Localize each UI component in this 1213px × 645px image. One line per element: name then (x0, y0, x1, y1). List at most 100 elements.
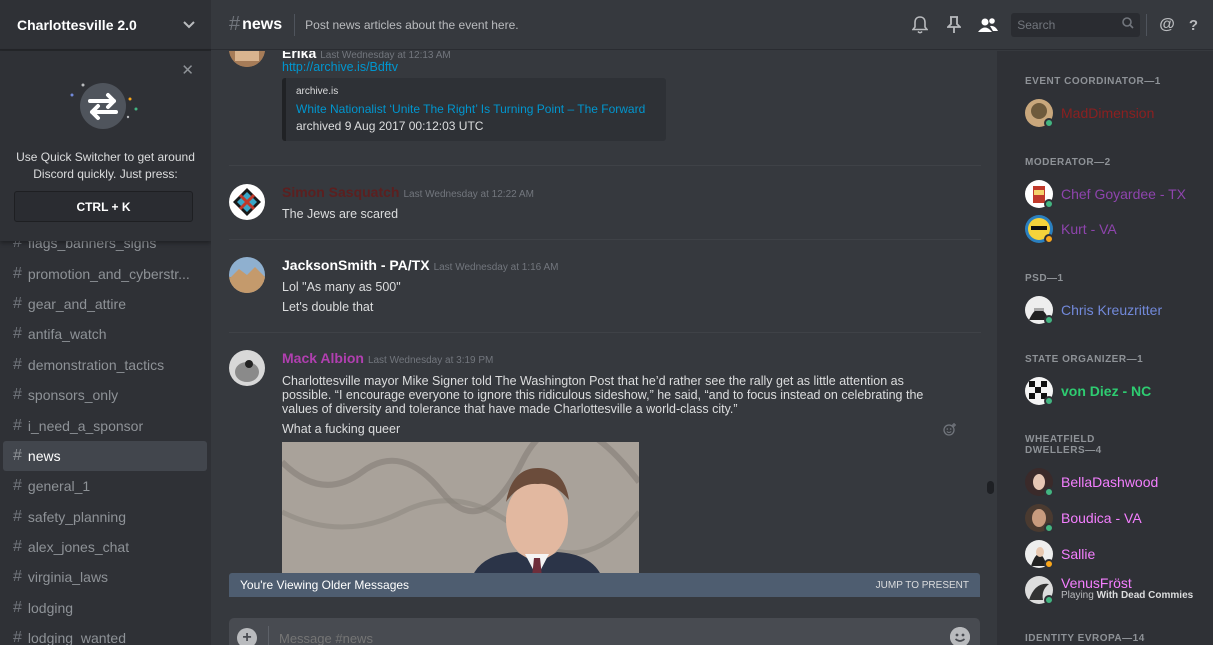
channel-name: virginia_laws (27, 569, 109, 586)
older-messages-text: You're Viewing Older Messages (240, 578, 410, 592)
channel-item-active[interactable]: # news (3, 440, 207, 472)
member-name: Kurt - VA (1061, 221, 1117, 237)
message-divider (229, 165, 981, 166)
activity-game: With Dead Commies (1096, 590, 1194, 601)
message-content: Charlottesville mayor Mike Signer told T… (282, 374, 924, 416)
member-name: Boudica - VA (1061, 510, 1142, 526)
search-placeholder: Search (1017, 18, 1056, 32)
role-header: IDENTITY EVROPA—14 (1025, 633, 1145, 644)
members-icon[interactable] (977, 14, 999, 36)
upload-plus-icon[interactable]: + (237, 628, 257, 645)
member-item[interactable]: Chef Goyardee - TX (1025, 180, 1213, 212)
channel-item[interactable]: # lodging_wanted (3, 623, 207, 645)
channel-name: lodging (27, 599, 74, 616)
member-name: Sallie (1061, 546, 1096, 562)
channel-name: i_need_a_sponsor (27, 417, 144, 434)
channel-item[interactable]: # i_need_a_sponsor (3, 410, 207, 440)
hash-icon: # (13, 598, 22, 616)
channel-item[interactable]: # promotion_and_cyberstr... (3, 258, 207, 288)
avatar[interactable] (229, 257, 265, 293)
message-image[interactable] (282, 442, 639, 577)
guild-header[interactable]: Charlottesville 2.0 (0, 0, 211, 50)
channel-item[interactable]: # antifa_watch (3, 319, 207, 349)
scrollbar-thumb[interactable] (987, 481, 994, 494)
status-idle-indicator (1044, 559, 1054, 569)
composer-divider (268, 626, 269, 645)
channel-item[interactable]: # general_1 (3, 471, 207, 501)
member-item[interactable]: Kurt - VA (1025, 215, 1213, 247)
message-input[interactable] (279, 630, 879, 645)
embed-title[interactable]: White Nationalist ‘Unite The Right’ Is T… (296, 102, 656, 116)
channel-item[interactable]: # gear_and_attire (3, 289, 207, 319)
add-reaction-icon[interactable] (943, 422, 957, 439)
member-item[interactable]: Sallie (1025, 540, 1213, 572)
member-item[interactable]: BellaDashwood (1025, 468, 1213, 500)
channel-name: general_1 (27, 478, 91, 495)
hash-icon: # (13, 538, 22, 556)
member-item[interactable]: Chris Kreuzritter (1025, 296, 1213, 328)
quick-switcher-text: Use Quick Switcher to get around Discord… (16, 150, 195, 181)
member-name: Chef Goyardee - TX (1061, 186, 1187, 202)
help-icon[interactable]: ? (1189, 17, 1198, 34)
jump-to-present-button[interactable]: JUMP TO PRESENT (876, 580, 969, 591)
message-author[interactable]: Mack Albion Last Wednesday at 3:19 PM (282, 350, 493, 366)
member-item[interactable]: Boudica - VA (1025, 504, 1213, 536)
channel-item[interactable]: # lodging (3, 593, 207, 623)
message-author[interactable]: Simon Sasquatch Last Wednesday at 12:22 A… (282, 184, 534, 200)
status-online-indicator (1044, 595, 1054, 605)
embed-provider: archive.is (296, 86, 339, 97)
channel-name: antifa_watch (27, 326, 107, 343)
chevron-down-icon[interactable] (183, 18, 195, 32)
bell-icon[interactable] (909, 14, 931, 36)
pin-icon[interactable] (943, 14, 965, 36)
channel-name: alex_jones_chat (27, 539, 130, 556)
quick-switcher-icon (70, 79, 140, 139)
channel-item[interactable]: # alex_jones_chat (3, 532, 207, 562)
message-link[interactable]: http://archive.is/Bdftv (282, 60, 398, 74)
message-timestamp: Last Wednesday at 1:16 AM (433, 262, 559, 273)
status-online-indicator (1044, 396, 1054, 406)
member-name: MadDimension (1061, 105, 1155, 121)
channel-topic: Post news articles about the event here. (305, 17, 519, 32)
channel-item[interactable]: # safety_planning (3, 502, 207, 532)
message-timestamp: Last Wednesday at 3:19 PM (367, 355, 494, 366)
member-list: EVENT COORDINATOR—1 MadDimension MODERAT… (997, 51, 1213, 645)
discord-app: Charlottesville 2.0 ✕ Use Quick Switcher… (0, 0, 1213, 645)
channel-name: gear_and_attire (27, 295, 126, 312)
close-icon[interactable]: ✕ (181, 61, 194, 79)
mentions-icon[interactable]: @ (1159, 16, 1175, 34)
activity-prefix: Playing (1061, 590, 1094, 601)
author-name[interactable]: Simon Sasquatch (282, 184, 399, 200)
message-scrollbar[interactable] (985, 55, 995, 630)
message-content: What a fucking queer (282, 422, 401, 436)
message-content: Let's double that (282, 300, 374, 314)
member-item[interactable]: MadDimension (1025, 99, 1213, 131)
author-name[interactable]: Mack Albion (282, 350, 364, 366)
channel-name: promotion_and_cyberstr... (27, 265, 190, 282)
channel-name: sponsors_only (27, 387, 119, 404)
message-timestamp: Last Wednesday at 12:22 AM (403, 189, 534, 200)
member-name: von Diez - NC (1061, 383, 1152, 399)
message-group: Simon Sasquatch Last Wednesday at 12:22 A… (229, 184, 981, 229)
shortcut-key: CTRL + K (14, 191, 193, 222)
status-online-indicator (1044, 199, 1054, 209)
status-online-indicator (1044, 118, 1054, 128)
message-group: JacksonSmith - PA/TX Last Wednesday at 1:… (229, 257, 981, 317)
avatar[interactable] (229, 184, 265, 220)
search-input[interactable]: Search (1011, 13, 1141, 37)
author-name[interactable]: JacksonSmith - PA/TX (282, 257, 430, 273)
member-item[interactable]: VenusFröst Playing With Dead Commies (1025, 575, 1213, 608)
emoji-icon[interactable] (950, 627, 970, 645)
channel-item[interactable]: # virginia_laws (3, 562, 207, 592)
hash-icon: # (13, 568, 22, 586)
message-content: Lol "As many as 500" (282, 280, 401, 294)
embed-description: archived 9 Aug 2017 00:12:03 UTC (296, 119, 484, 133)
hash-icon: # (13, 416, 22, 434)
avatar[interactable] (229, 350, 265, 386)
channel-item[interactable]: # sponsors_only (3, 380, 207, 410)
message-author[interactable]: JacksonSmith - PA/TX Last Wednesday at 1:… (282, 257, 558, 273)
hash-icon: # (13, 629, 22, 645)
channel-item[interactable]: # demonstration_tactics (3, 350, 207, 380)
avatar[interactable] (229, 51, 265, 67)
member-item[interactable]: von Diez - NC (1025, 377, 1213, 409)
